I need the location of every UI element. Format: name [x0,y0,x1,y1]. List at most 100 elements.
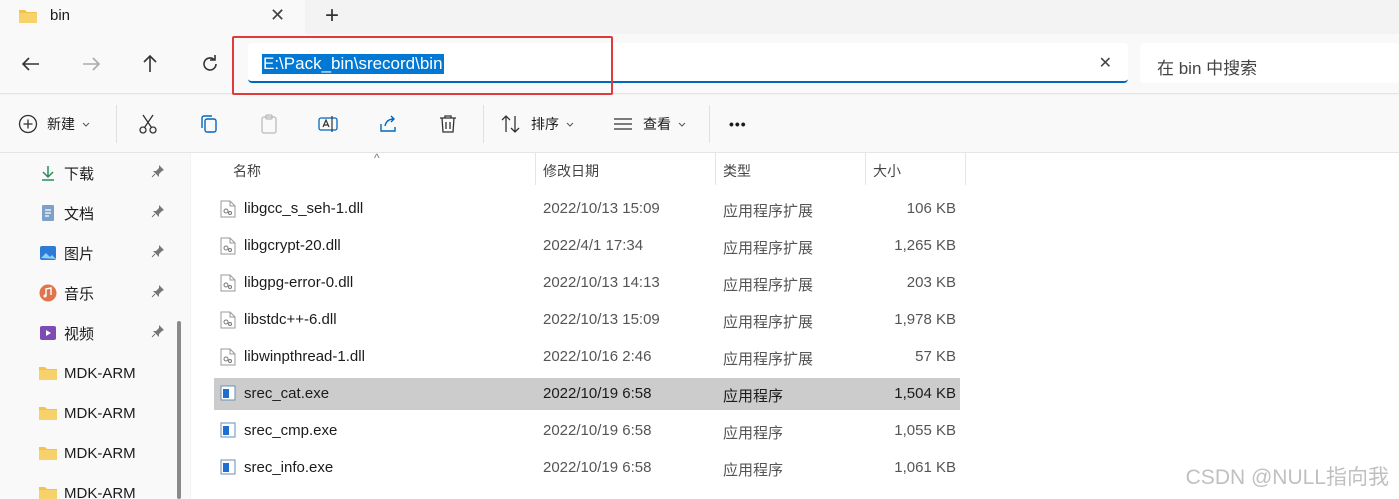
file-row[interactable]: libgcrypt-20.dll 2022/4/1 17:34 应用程序扩展 1,26… [214,230,960,262]
file-row[interactable]: libgcc_s_seh-1.dll 2022/10/13 15:09 应用程序扩展… [214,193,960,225]
folder-icon [38,363,58,383]
share-icon [380,115,396,132]
sidebar-scrollbar[interactable] [177,321,181,499]
sidebar-item-mdk-arm[interactable]: MDK-ARM [38,402,136,424]
file-row[interactable]: libgpg-error-0.dll 2022/10/13 14:13 应用程序扩展… [214,267,960,299]
file-type: 应用程序 [723,425,784,442]
back-arrow-icon[interactable] [19,52,43,76]
file-name: libstdc++-6.dll [244,311,337,328]
search-placeholder: 在 bin 中搜索 [1157,59,1258,78]
tab-bin[interactable]: bin ✕ [0,0,305,34]
file-modified: 2022/4/1 17:34 [543,237,644,254]
tab-title: bin [50,7,71,24]
column-divider[interactable] [965,153,966,185]
executable-file-icon [220,385,236,406]
file-size: 57 KB [915,348,956,365]
sidebar-item-mdk-arm[interactable]: MDK-ARM [38,482,136,499]
sidebar-item-label: 音乐 [64,285,95,303]
file-name: libgcrypt-20.dll [244,237,341,254]
sort-label: 排序 [531,116,559,132]
column-header-name[interactable]: 名称 [233,161,261,181]
sidebar-item-label: 图片 [64,245,95,263]
file-modified: 2022/10/16 2:46 [543,348,652,365]
new-button[interactable]: 新建 [18,112,91,136]
sort-button[interactable]: 排序 [500,112,575,136]
column-header-type[interactable]: 类型 [723,161,751,181]
refresh-icon[interactable] [198,52,222,76]
file-name: libgpg-error-0.dll [244,274,354,291]
chevron-down-icon [82,122,90,127]
sidebar-item-label: MDK-ARM [64,484,136,499]
file-modified: 2022/10/13 14:13 [543,274,660,291]
dll-file-icon [220,237,236,260]
file-row[interactable]: libstdc++-6.dll 2022/10/13 15:09 应用程序扩展 1,9… [214,304,960,336]
file-size: 106 KB [906,200,956,217]
sort-icon [501,115,520,133]
navigation-pane: 下载 文档 图片 音乐 视频 MDK-ARM MDK-ARM MDK-ARM M… [0,153,190,499]
sidebar-item-label: MDK-ARM [64,444,136,462]
pin-icon [151,324,165,342]
file-modified: 2022/10/19 6:58 [543,459,652,476]
file-row[interactable]: libwinpthread-1.dll 2022/10/16 2:46 应用程序扩展… [214,341,960,373]
document-icon [38,203,58,223]
download-icon [38,163,58,183]
dll-file-icon [220,274,236,297]
view-button[interactable]: 查看 [612,112,687,136]
file-row[interactable]: srec_cat.exe 2022/10/19 6:58 应用程序 1,504 KB [214,378,960,410]
search-input[interactable]: 在 bin 中搜索 [1140,43,1399,83]
close-tab-icon[interactable]: ✕ [270,5,285,26]
view-label: 查看 [643,116,671,132]
sidebar-item-music[interactable]: 音乐 [38,282,164,304]
sort-ascending-icon: ^ [374,151,380,165]
file-size: 203 KB [906,274,956,291]
up-arrow-icon[interactable] [138,52,162,76]
sidebar-item-pictures[interactable]: 图片 [38,242,164,264]
folder-icon [38,483,58,499]
tab-bar: bin ✕ + [0,0,1399,34]
clear-address-icon[interactable]: ✕ [1099,53,1112,73]
sidebar-item-documents[interactable]: 文档 [38,202,164,224]
file-row[interactable]: srec_info.exe 2022/10/19 6:58 应用程序 1,061 KB [214,452,960,484]
file-type: 应用程序 [723,462,784,479]
divider [483,105,484,143]
paste-button[interactable] [258,112,280,136]
watermark: CSDN @NULL指向我 [1185,466,1389,489]
sidebar-item-downloads[interactable]: 下载 [38,162,164,184]
dll-file-icon [220,311,236,334]
sidebar-item-mdk-arm[interactable]: MDK-ARM [38,362,136,384]
delete-button[interactable] [437,112,459,136]
new-tab-button[interactable]: + [325,2,339,30]
sidebar-item-mdk-arm[interactable]: MDK-ARM [38,442,136,464]
rename-icon [318,116,338,132]
column-header-modified[interactable]: 修改日期 [543,161,599,181]
column-divider[interactable] [865,153,866,185]
file-modified: 2022/10/13 15:09 [543,311,660,328]
file-name: srec_cat.exe [244,385,330,402]
share-button[interactable] [377,112,399,136]
column-header-size[interactable]: 大小 [873,161,901,181]
copy-icon [201,115,217,133]
chevron-down-icon [566,122,574,127]
forward-arrow-icon[interactable] [79,52,103,76]
file-modified: 2022/10/19 6:58 [543,422,652,439]
file-row[interactable]: srec_cmp.exe 2022/10/19 6:58 应用程序 1,055 KB [214,415,960,447]
file-type: 应用程序扩展 [723,351,814,368]
folder-icon [38,403,58,423]
file-modified: 2022/10/19 6:58 [543,385,652,402]
address-row: E:\Pack_bin\srecord\bin ✕ 在 bin 中搜索 [0,34,1399,95]
executable-file-icon [220,422,236,443]
copy-button[interactable] [198,112,220,136]
pin-icon [151,164,165,182]
column-divider[interactable] [715,153,716,185]
divider [709,105,710,143]
cut-button[interactable] [137,112,159,136]
more-options-button[interactable]: ••• [729,112,747,136]
column-divider[interactable] [535,153,536,185]
sidebar-item-videos[interactable]: 视频 [38,322,164,344]
rename-button[interactable] [317,112,339,136]
dll-file-icon [220,200,236,223]
sidebar-item-label: MDK-ARM [64,404,136,422]
file-name: libwinpthread-1.dll [244,348,365,365]
file-name: srec_info.exe [244,459,334,476]
plus-circle-icon [18,114,38,134]
